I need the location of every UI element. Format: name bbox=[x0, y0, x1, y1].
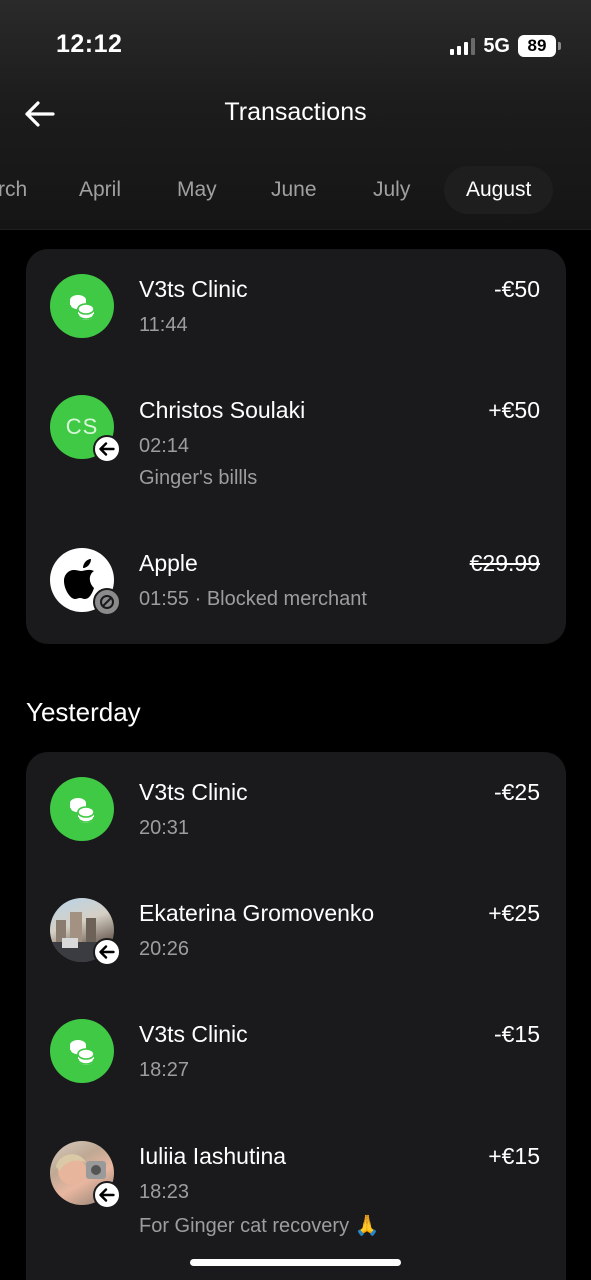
transaction-name: V3ts Clinic bbox=[139, 779, 248, 805]
transaction-row[interactable]: CS Christos Soulaki 02:14 Ginger's billl… bbox=[26, 395, 566, 525]
transaction-name: Christos Soulaki bbox=[139, 397, 306, 423]
transaction-note: Ginger's billls bbox=[139, 467, 258, 489]
tab-march[interactable]: rch bbox=[0, 166, 27, 214]
transaction-name: Ekaterina Gromovenko bbox=[139, 900, 375, 926]
coins-icon bbox=[69, 295, 95, 320]
today-transactions-card: V3ts Clinic 11:44 -€50 CS Christos Soula… bbox=[26, 249, 566, 644]
transaction-amount: -€50 bbox=[493, 276, 540, 302]
blocked-badge bbox=[93, 588, 121, 616]
tab-june[interactable]: June bbox=[271, 166, 317, 214]
transaction-row[interactable]: V3ts Clinic 11:44 -€50 bbox=[26, 274, 566, 384]
incoming-arrow-icon bbox=[99, 945, 115, 959]
battery-level: 89 bbox=[518, 35, 556, 57]
status-time: 12:12 bbox=[56, 30, 123, 58]
transaction-row[interactable]: Iuliia Iashutina 18:23 For Ginger cat re… bbox=[26, 1141, 566, 1271]
transaction-amount: -€15 bbox=[493, 1021, 540, 1047]
signal-icon bbox=[450, 37, 476, 55]
transaction-amount: €29.99 bbox=[469, 550, 540, 576]
transaction-note: For Ginger cat recovery 🙏 bbox=[139, 1215, 380, 1237]
tab-april[interactable]: April bbox=[79, 166, 121, 214]
tab-july[interactable]: July bbox=[373, 166, 410, 214]
tab-august[interactable]: August bbox=[444, 166, 554, 214]
transaction-name: V3ts Clinic bbox=[139, 276, 248, 302]
merchant-avatar bbox=[50, 777, 114, 841]
tab-may[interactable]: May bbox=[177, 166, 217, 214]
incoming-badge bbox=[93, 435, 121, 463]
battery-icon: 89 bbox=[518, 35, 561, 57]
transactions-screen: 12:12 5G 89 Transactions rch April May J… bbox=[0, 0, 591, 1280]
transaction-time: 20:26 bbox=[139, 938, 190, 960]
transaction-time: 18:27 bbox=[139, 1059, 190, 1081]
transaction-time: 11:44 bbox=[139, 314, 188, 336]
coins-icon bbox=[69, 1040, 95, 1065]
transaction-time: 01:55 · Blocked merchant bbox=[139, 588, 367, 610]
incoming-arrow-icon bbox=[99, 442, 115, 456]
month-tabs: rch April May June July August bbox=[0, 166, 591, 214]
coins-icon bbox=[69, 798, 95, 823]
network-type: 5G bbox=[483, 34, 510, 57]
transaction-row[interactable]: Ekaterina Gromovenko 20:26 +€25 bbox=[26, 898, 566, 1008]
transaction-row[interactable]: V3ts Clinic 18:27 -€15 bbox=[26, 1019, 566, 1129]
transaction-row[interactable]: V3ts Clinic 20:31 -€25 bbox=[26, 777, 566, 887]
transaction-name: Apple bbox=[139, 550, 198, 576]
merchant-avatar bbox=[50, 1019, 114, 1083]
home-indicator[interactable] bbox=[190, 1259, 401, 1266]
transaction-amount: +€25 bbox=[488, 900, 540, 926]
incoming-badge bbox=[93, 938, 121, 966]
status-indicators: 5G 89 bbox=[450, 33, 561, 59]
header-area: 12:12 5G 89 Transactions rch April May J… bbox=[0, 0, 591, 230]
section-title-yesterday: Yesterday bbox=[26, 697, 141, 727]
blocked-icon bbox=[100, 595, 114, 609]
incoming-arrow-icon bbox=[99, 1188, 115, 1202]
transaction-time: 20:31 bbox=[139, 817, 190, 839]
transaction-amount: +€15 bbox=[488, 1143, 540, 1169]
transaction-row[interactable]: Apple 01:55 · Blocked merchant €29.99 bbox=[26, 548, 566, 658]
transaction-name: Iuliia Iashutina bbox=[139, 1143, 287, 1169]
transaction-amount: -€25 bbox=[493, 779, 540, 805]
incoming-badge bbox=[93, 1181, 121, 1209]
yesterday-transactions-card: V3ts Clinic 20:31 -€25 Ekaterina Gromove… bbox=[26, 752, 566, 1280]
merchant-avatar bbox=[50, 274, 114, 338]
transaction-amount: +€50 bbox=[488, 397, 540, 423]
transaction-name: V3ts Clinic bbox=[139, 1021, 248, 1047]
page-title: Transactions bbox=[224, 98, 367, 126]
transaction-time: 02:14 bbox=[139, 435, 190, 457]
transaction-time: 18:23 bbox=[139, 1181, 190, 1203]
